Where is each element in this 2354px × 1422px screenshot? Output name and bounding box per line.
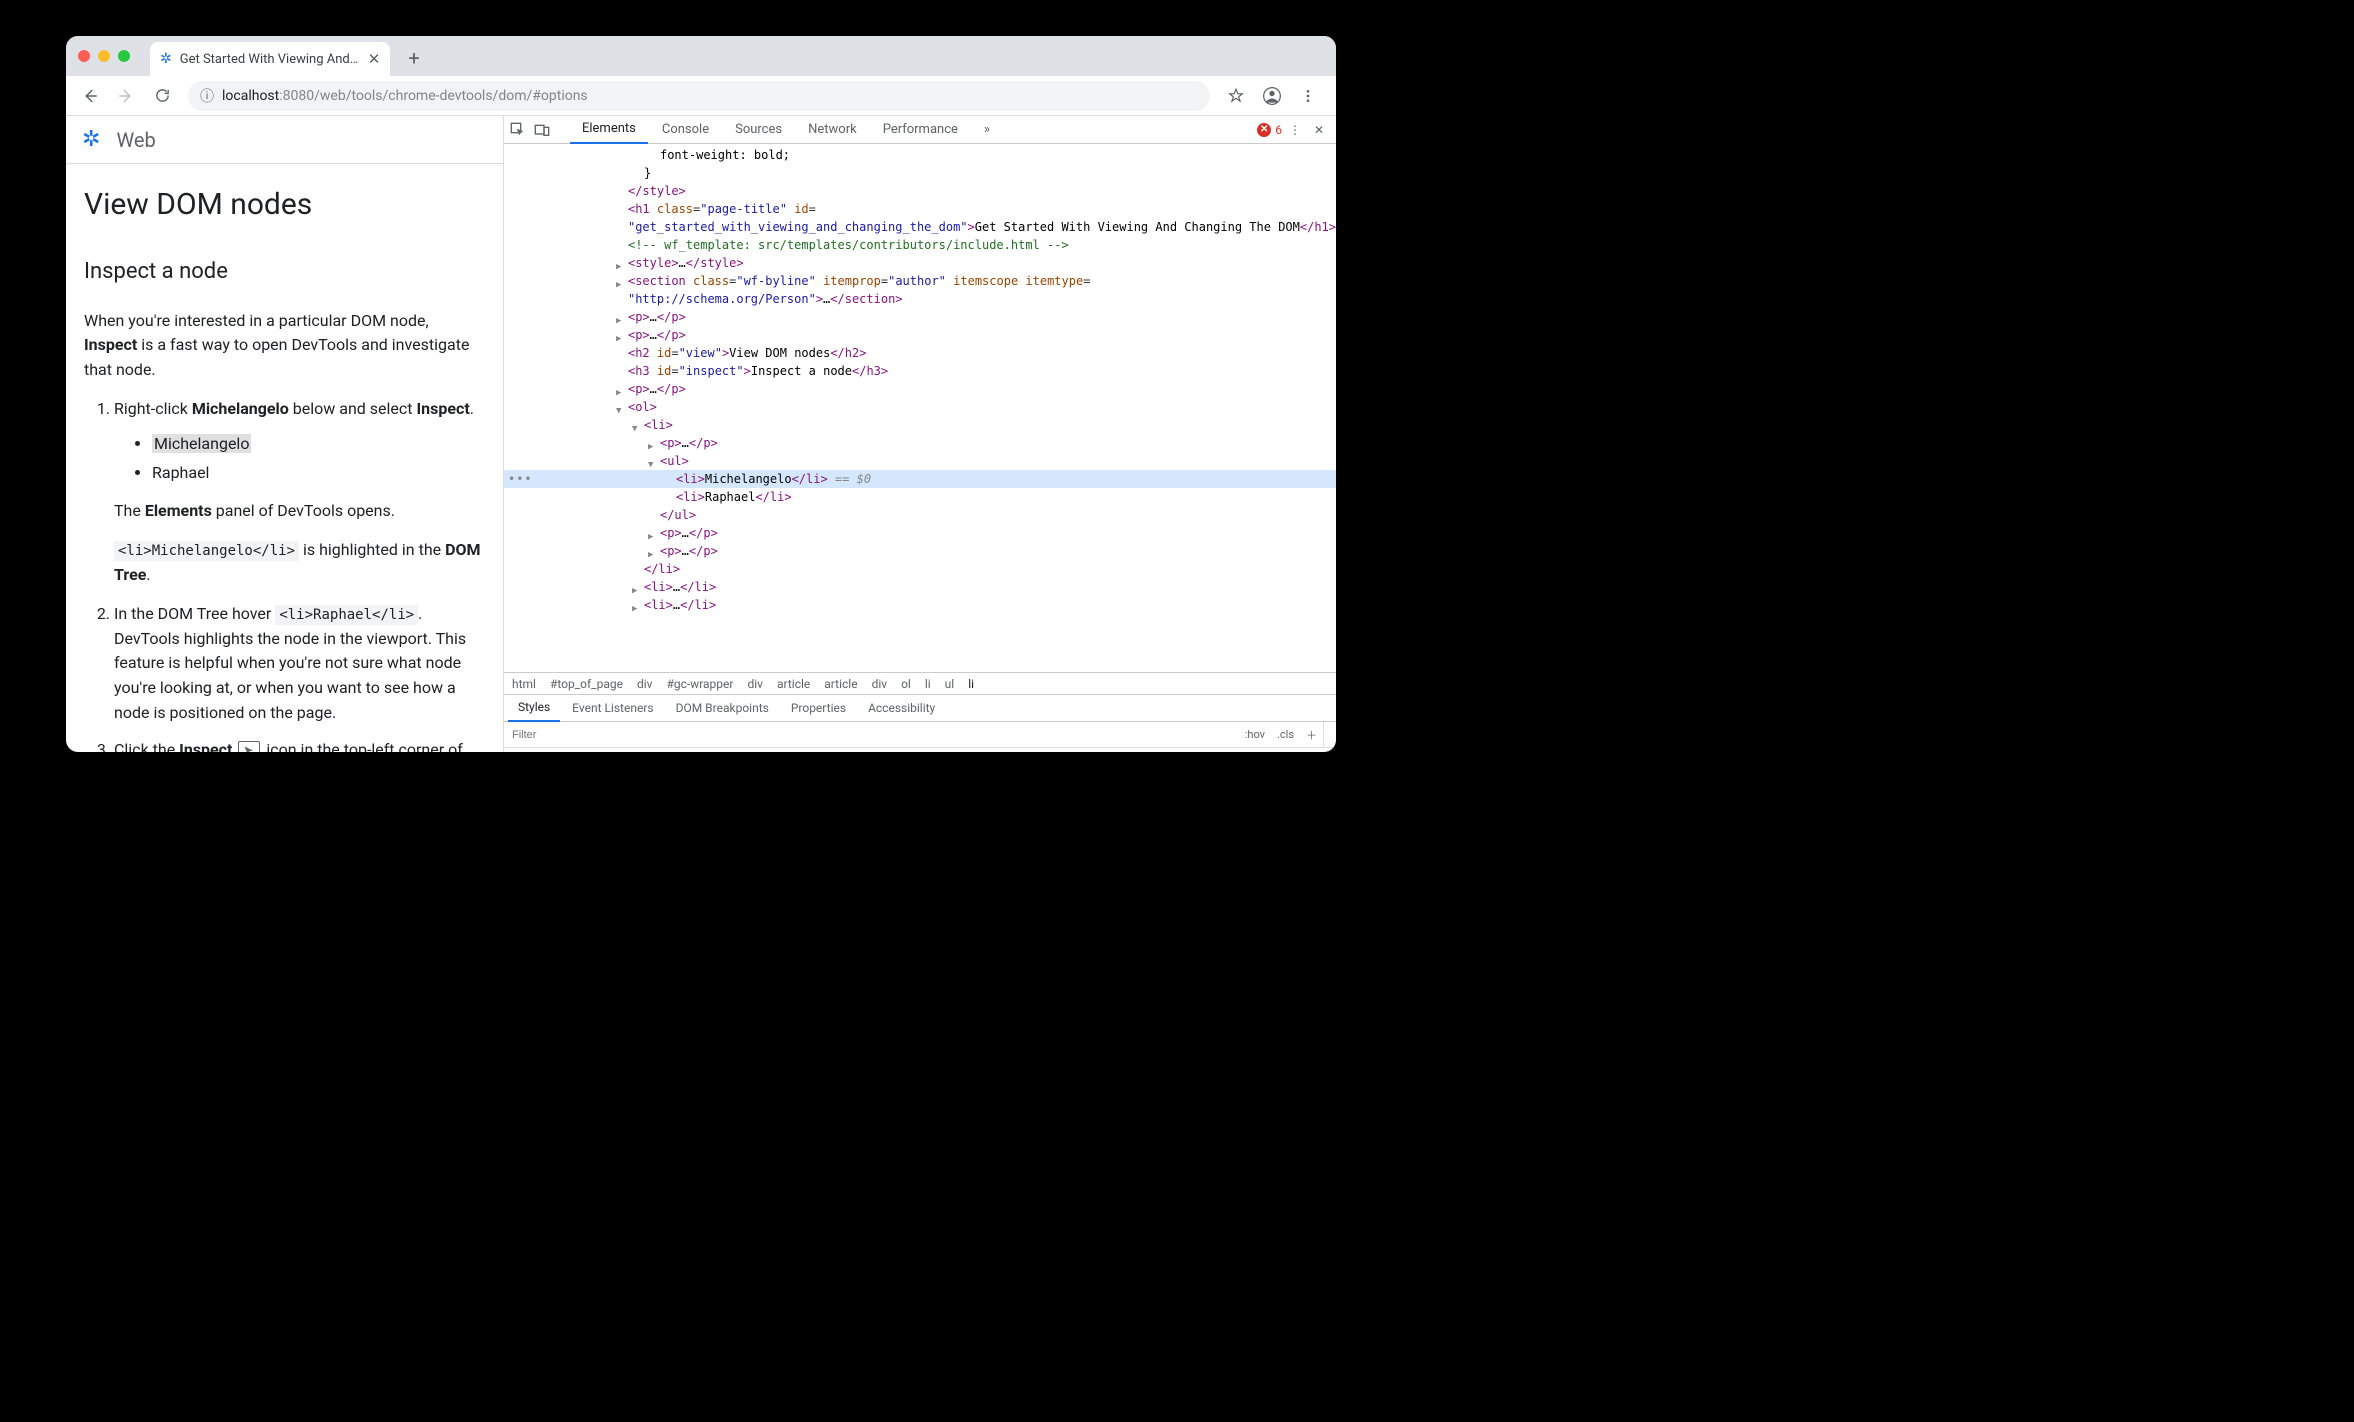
- arrow-left-icon: [81, 87, 99, 105]
- favicon-icon: ✲: [160, 51, 172, 67]
- step-1: Right-click Michelangelo below and selec…: [114, 397, 485, 588]
- crumb[interactable]: #gc-wrapper: [666, 677, 733, 691]
- page-h1: View DOM nodes: [84, 182, 485, 229]
- tabs-overflow[interactable]: »: [972, 116, 1002, 144]
- intro-paragraph: When you're interested in a particular D…: [84, 309, 485, 383]
- page-h2: Inspect a node: [84, 255, 485, 289]
- site-name: Web: [116, 128, 155, 152]
- inspect-element-button[interactable]: [510, 122, 532, 138]
- tab-console[interactable]: Console: [650, 116, 721, 144]
- crumb[interactable]: ol: [901, 677, 911, 691]
- error-indicator[interactable]: ✕ 6: [1257, 123, 1282, 137]
- devtools-panel: Elements Console Sources Network Perform…: [504, 116, 1336, 752]
- reload-button[interactable]: [146, 80, 178, 112]
- step-1-note-2: <li>Michelangelo</li> is highlighted in …: [114, 538, 485, 588]
- styles-body: [504, 748, 1336, 752]
- subtab-properties[interactable]: Properties: [781, 694, 856, 722]
- list-item-label: Michelangelo: [152, 434, 251, 453]
- star-icon: [1227, 87, 1245, 105]
- crumb[interactable]: html: [512, 677, 536, 691]
- hov-toggle[interactable]: :hov: [1239, 728, 1271, 741]
- step-3: Click the Inspect icon in the top-left c…: [114, 738, 485, 752]
- tab-performance[interactable]: Performance: [871, 116, 970, 144]
- arrow-right-icon: [117, 87, 135, 105]
- tab-title: Get Started With Viewing And C: [180, 52, 360, 67]
- inspect-icon: [238, 741, 260, 752]
- devtools-close-button[interactable]: ✕: [1308, 123, 1330, 137]
- user-icon: [1262, 86, 1282, 106]
- close-tab-button[interactable]: ✕: [368, 50, 381, 68]
- browser-window: ✲ Get Started With Viewing And C ✕ + ⓘ l…: [66, 36, 1336, 752]
- device-toolbar-button[interactable]: [534, 122, 556, 138]
- minimize-window-button[interactable]: [98, 50, 110, 62]
- subtab-accessibility[interactable]: Accessibility: [858, 694, 945, 722]
- dom-breadcrumbs[interactable]: html #top_of_page div #gc-wrapper div ar…: [504, 672, 1336, 694]
- error-count: 6: [1275, 123, 1282, 137]
- browser-tab[interactable]: ✲ Get Started With Viewing And C ✕: [150, 42, 390, 76]
- list-item[interactable]: Raphael: [152, 461, 485, 486]
- tab-strip: ✲ Get Started With Viewing And C ✕ +: [66, 36, 1336, 76]
- subtab-dom-breakpoints[interactable]: DOM Breakpoints: [666, 694, 779, 722]
- site-logo-icon: ✲: [82, 127, 100, 152]
- kebab-icon: [1300, 88, 1316, 104]
- steps-list: Right-click Michelangelo below and selec…: [84, 397, 485, 752]
- bookmark-button[interactable]: [1220, 80, 1252, 112]
- dom-tree[interactable]: font-weight: bold; } </style> <h1 class=…: [504, 144, 1336, 672]
- step-2: In the DOM Tree hover <li>Raphael</li>. …: [114, 602, 485, 726]
- maximize-window-button[interactable]: [118, 50, 130, 62]
- devtools-tabs: Elements Console Sources Network Perform…: [504, 116, 1336, 144]
- subtab-styles[interactable]: Styles: [508, 694, 560, 722]
- crumb[interactable]: div: [637, 677, 653, 691]
- crumb[interactable]: li: [925, 677, 931, 691]
- tab-elements[interactable]: Elements: [570, 116, 648, 144]
- styles-subtabs: Styles Event Listeners DOM Breakpoints P…: [504, 694, 1336, 722]
- page-body: View DOM nodes Inspect a node When you'r…: [66, 164, 503, 752]
- new-style-rule-button[interactable]: ＋: [1300, 727, 1323, 743]
- new-tab-button[interactable]: +: [398, 46, 429, 70]
- back-button[interactable]: [74, 80, 106, 112]
- crumb[interactable]: #top_of_page: [550, 677, 623, 691]
- address-bar[interactable]: ⓘ localhost:8080/web/tools/chrome-devtoo…: [188, 81, 1210, 111]
- content-area: ✲ Web View DOM nodes Inspect a node When…: [66, 116, 1336, 752]
- crumb[interactable]: li: [968, 677, 974, 691]
- list-item-label: Raphael: [152, 463, 209, 482]
- window-controls: [78, 50, 130, 62]
- artist-list: Michelangelo Raphael: [114, 432, 485, 486]
- subtab-event-listeners[interactable]: Event Listeners: [562, 694, 663, 722]
- profile-button[interactable]: [1256, 80, 1288, 112]
- list-item[interactable]: Michelangelo: [152, 432, 485, 457]
- step-1-note-1: The Elements panel of DevTools opens.: [114, 499, 485, 524]
- styles-filter-bar: :hov .cls ＋: [504, 722, 1336, 748]
- cls-toggle[interactable]: .cls: [1271, 728, 1300, 741]
- page-header: ✲ Web: [66, 116, 503, 164]
- menu-button[interactable]: [1292, 80, 1324, 112]
- tab-network[interactable]: Network: [796, 116, 869, 144]
- crumb[interactable]: article: [824, 677, 857, 691]
- forward-button[interactable]: [110, 80, 142, 112]
- crumb[interactable]: ul: [945, 677, 955, 691]
- selected-dom-node[interactable]: •••<li>Michelangelo</li> == $0: [504, 470, 1336, 488]
- webpage-viewport: ✲ Web View DOM nodes Inspect a node When…: [66, 116, 504, 752]
- devtools-menu-button[interactable]: ⋮: [1284, 123, 1306, 137]
- toolbar: ⓘ localhost:8080/web/tools/chrome-devtoo…: [66, 76, 1336, 116]
- crumb[interactable]: div: [872, 677, 888, 691]
- crumb[interactable]: article: [777, 677, 810, 691]
- styles-filter-input[interactable]: [504, 729, 784, 741]
- url-text: localhost:8080/web/tools/chrome-devtools…: [222, 88, 588, 104]
- close-window-button[interactable]: [78, 50, 90, 62]
- site-info-icon[interactable]: ⓘ: [200, 86, 214, 106]
- error-icon: ✕: [1257, 123, 1271, 137]
- tab-sources[interactable]: Sources: [723, 116, 794, 144]
- crumb[interactable]: div: [747, 677, 763, 691]
- reload-icon: [154, 87, 171, 104]
